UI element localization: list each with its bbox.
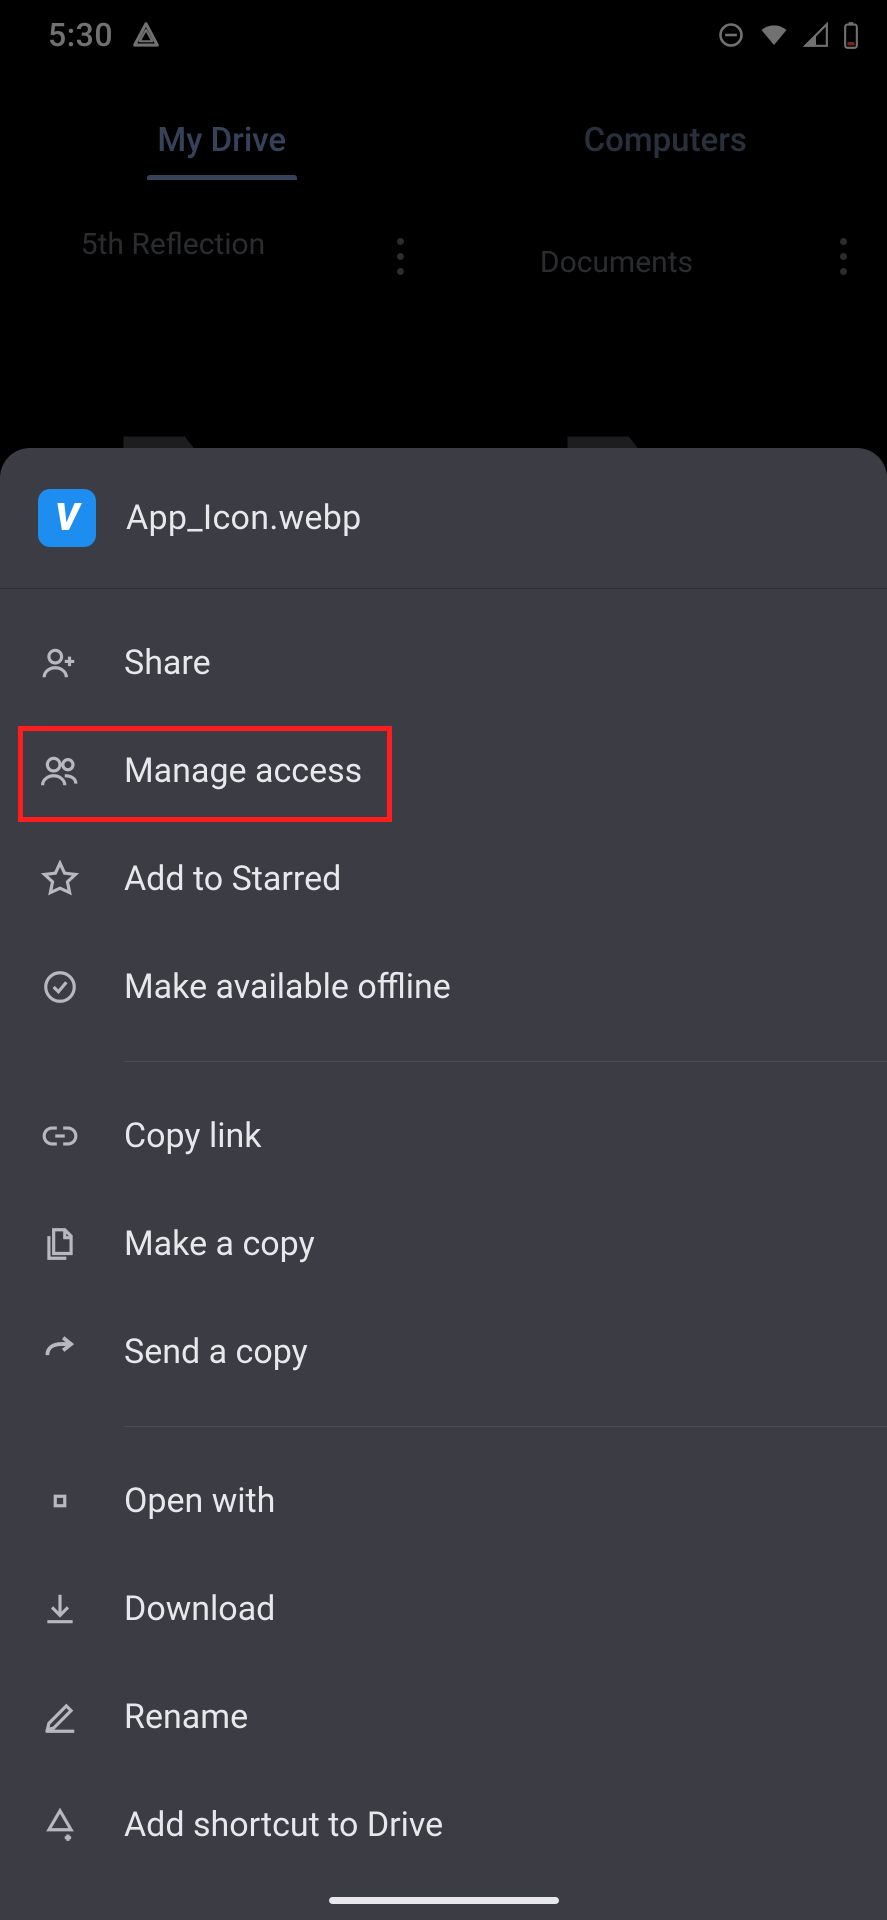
menu-make-copy[interactable]: Make a copy (0, 1190, 887, 1298)
people-icon (40, 752, 80, 790)
menu-label: Make a copy (124, 1224, 315, 1264)
menu-label: Open with (124, 1481, 275, 1521)
nav-handle[interactable] (329, 1897, 559, 1904)
menu-download[interactable]: Download (0, 1555, 887, 1663)
menu-label: Copy link (124, 1116, 262, 1156)
menu-rename[interactable]: Rename (0, 1663, 887, 1771)
context-menu-sheet: V App_Icon.webp Share Manage access Add … (0, 448, 887, 1920)
sheet-filename: App_Icon.webp (126, 498, 362, 538)
menu-label: Make available offline (124, 967, 451, 1007)
menu-label: Manage access (124, 751, 362, 791)
menu-manage-access[interactable]: Manage access (0, 717, 887, 825)
menu-label: Share (124, 643, 211, 683)
person-add-icon (40, 644, 80, 682)
menu-share[interactable]: Share (0, 609, 887, 717)
copy-file-icon (40, 1225, 80, 1263)
drive-shortcut-icon (40, 1806, 80, 1844)
open-with-icon (40, 1482, 80, 1520)
star-icon (40, 860, 80, 898)
link-icon (40, 1117, 80, 1155)
menu-add-shortcut[interactable]: Add shortcut to Drive (0, 1771, 887, 1879)
menu-label: Add shortcut to Drive (124, 1805, 443, 1845)
menu-send-copy[interactable]: Send a copy (0, 1298, 887, 1406)
send-arrow-icon (40, 1333, 80, 1371)
menu-label: Add to Starred (124, 859, 341, 899)
sheet-header: V App_Icon.webp (0, 448, 887, 589)
offline-check-icon (40, 968, 80, 1006)
menu-label: Send a copy (124, 1332, 308, 1372)
menu-available-offline[interactable]: Make available offline (0, 933, 887, 1041)
menu-add-starred[interactable]: Add to Starred (0, 825, 887, 933)
menu-label: Download (124, 1589, 275, 1629)
scrim[interactable] (0, 0, 887, 460)
menu-label: Rename (124, 1697, 248, 1737)
file-type-icon: V (38, 489, 96, 547)
rename-pencil-icon (40, 1698, 80, 1736)
download-icon (40, 1590, 80, 1628)
menu-copy-link[interactable]: Copy link (0, 1082, 887, 1190)
menu-open-with[interactable]: Open with (0, 1447, 887, 1555)
